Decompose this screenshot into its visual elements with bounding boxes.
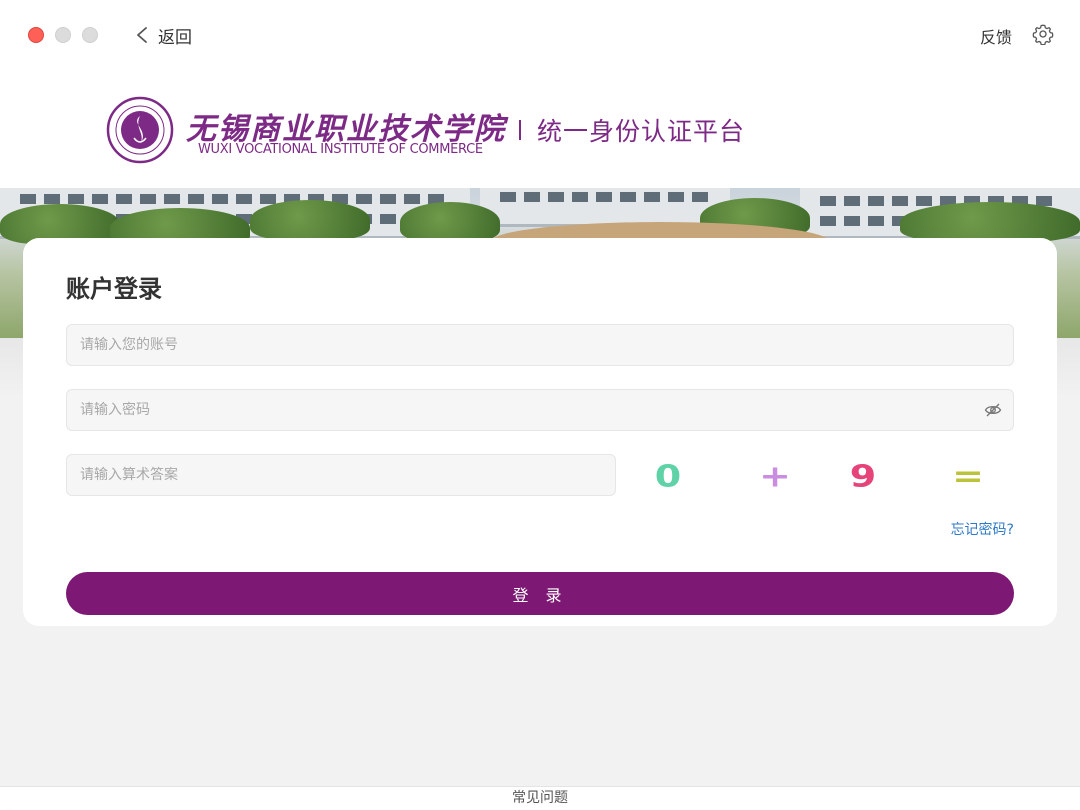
window-maximize-button[interactable] [82, 27, 98, 43]
login-title: 账户登录 [66, 275, 162, 303]
platform-title: 统一身份认证平台 [537, 117, 746, 146]
back-label: 返回 [158, 27, 192, 48]
eye-slash-icon[interactable] [984, 402, 1002, 418]
school-name-en: WUXI VOCATIONAL INSTITUTE OF COMMERCE [198, 142, 483, 157]
captcha-glyph: 9 [850, 459, 876, 494]
window-minimize-button[interactable] [55, 27, 71, 43]
app-window: 返回 反馈 无锡商业职业技术学院 WUXI VOCATIONAL INSTITU… [0, 0, 1080, 810]
header-divider [519, 120, 521, 140]
school-seal-logo [106, 96, 174, 164]
title-bar: 返回 反馈 [0, 0, 1080, 70]
captcha-answer-input[interactable] [66, 454, 616, 496]
footer-bar: 常见问题 [0, 786, 1080, 810]
faq-link[interactable]: 常见问题 [512, 790, 568, 806]
login-card: 账户登录 0 +9 = 忘记密码? 登 录 [23, 238, 1057, 626]
window-close-button[interactable] [28, 27, 44, 43]
password-input[interactable] [66, 389, 1014, 431]
captcha-glyph: 0 [655, 459, 681, 494]
back-button[interactable]: 返回 [134, 22, 192, 48]
captcha-image[interactable]: 0 +9 = [623, 448, 983, 504]
feedback-button[interactable]: 反馈 [980, 24, 1012, 48]
forgot-password-link[interactable]: 忘记密码? [951, 519, 1014, 539]
account-input[interactable] [66, 324, 1014, 366]
login-button[interactable]: 登 录 [66, 572, 1014, 615]
gear-icon[interactable] [1032, 23, 1054, 45]
school-header: 无锡商业职业技术学院 WUXI VOCATIONAL INSTITUTE OF … [0, 70, 1080, 188]
captcha-glyph: + [759, 459, 791, 494]
captcha-glyph: = [952, 459, 983, 494]
chevron-left-icon [137, 27, 147, 43]
